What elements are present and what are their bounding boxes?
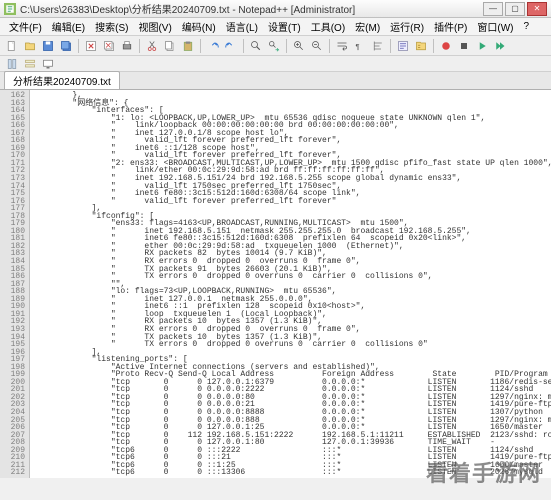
- doc-map-icon[interactable]: [4, 56, 20, 72]
- find-icon[interactable]: [248, 38, 264, 54]
- separator: [329, 39, 330, 53]
- word-wrap-icon[interactable]: [334, 38, 350, 54]
- title-bar: C:\Users\26383\Desktop\分析结果20240709.txt …: [0, 0, 551, 18]
- new-file-icon[interactable]: [4, 38, 20, 54]
- replace-icon[interactable]: [266, 38, 282, 54]
- menu-item[interactable]: 窗口(W): [472, 19, 518, 34]
- menu-item[interactable]: 视图(V): [133, 19, 176, 34]
- close-all-icon[interactable]: [101, 38, 117, 54]
- code-content[interactable]: }, "网络信息": { "interfaces": [ "1: lo: <LO…: [30, 90, 551, 478]
- tab-active[interactable]: 分析结果20240709.txt: [4, 71, 120, 89]
- line-number-gutter: 162 163 164 165 166 167 168 169 170 171 …: [0, 90, 30, 478]
- menu-item[interactable]: 插件(P): [429, 19, 472, 34]
- print-icon[interactable]: [119, 38, 135, 54]
- close-button[interactable]: ✕: [527, 2, 547, 16]
- separator: [390, 39, 391, 53]
- separator: [78, 39, 79, 53]
- menu-item[interactable]: 运行(R): [385, 19, 429, 34]
- zoom-in-icon[interactable]: [291, 38, 307, 54]
- tab-label: 分析结果20240709.txt: [13, 77, 111, 88]
- toolbar-main: ¶: [0, 36, 551, 56]
- save-icon[interactable]: [40, 38, 56, 54]
- function-list-icon[interactable]: [395, 38, 411, 54]
- separator: [433, 39, 434, 53]
- cut-icon[interactable]: [144, 38, 160, 54]
- minimize-button[interactable]: —: [483, 2, 503, 16]
- maximize-button[interactable]: ▢: [505, 2, 525, 16]
- editor-pane[interactable]: 162 163 164 165 166 167 168 169 170 171 …: [0, 90, 551, 478]
- menu-bar: 文件(F)编辑(E)搜索(S)视图(V)编码(N)语言(L)设置(T)工具(O)…: [0, 18, 551, 36]
- svg-text:¶: ¶: [356, 42, 360, 51]
- menu-item[interactable]: 设置(T): [263, 19, 306, 34]
- redo-icon[interactable]: [223, 38, 239, 54]
- close-file-icon[interactable]: [83, 38, 99, 54]
- menu-item[interactable]: 编码(N): [177, 19, 221, 34]
- window-title: C:\Users\26383\Desktop\分析结果20240709.txt …: [20, 1, 355, 16]
- menu-item[interactable]: 编辑(E): [47, 19, 90, 34]
- tab-bar: 分析结果20240709.txt: [0, 72, 551, 90]
- separator: [200, 39, 201, 53]
- macro-record-icon[interactable]: [438, 38, 454, 54]
- menu-item[interactable]: 工具(O): [306, 19, 350, 34]
- app-icon: [4, 3, 16, 15]
- menu-item[interactable]: 文件(F): [4, 19, 47, 34]
- save-all-icon[interactable]: [58, 38, 74, 54]
- zoom-out-icon[interactable]: [309, 38, 325, 54]
- copy-icon[interactable]: [162, 38, 178, 54]
- separator: [243, 39, 244, 53]
- undo-icon[interactable]: [205, 38, 221, 54]
- folder-tree-icon[interactable]: [413, 38, 429, 54]
- macro-play-multi-icon[interactable]: [492, 38, 508, 54]
- macro-stop-icon[interactable]: [456, 38, 472, 54]
- menu-item[interactable]: 语言(L): [221, 19, 263, 34]
- paste-icon[interactable]: [180, 38, 196, 54]
- doc-switcher-icon[interactable]: [22, 56, 38, 72]
- menu-item[interactable]: ?: [519, 21, 535, 32]
- menu-item[interactable]: 搜索(S): [90, 19, 133, 34]
- separator: [139, 39, 140, 53]
- show-all-chars-icon[interactable]: ¶: [352, 38, 368, 54]
- menu-item[interactable]: 宏(M): [350, 19, 385, 34]
- toolbar-secondary: [0, 56, 551, 72]
- indent-guide-icon[interactable]: [370, 38, 386, 54]
- macro-play-icon[interactable]: [474, 38, 490, 54]
- monitor-icon[interactable]: [40, 56, 56, 72]
- open-file-icon[interactable]: [22, 38, 38, 54]
- separator: [286, 39, 287, 53]
